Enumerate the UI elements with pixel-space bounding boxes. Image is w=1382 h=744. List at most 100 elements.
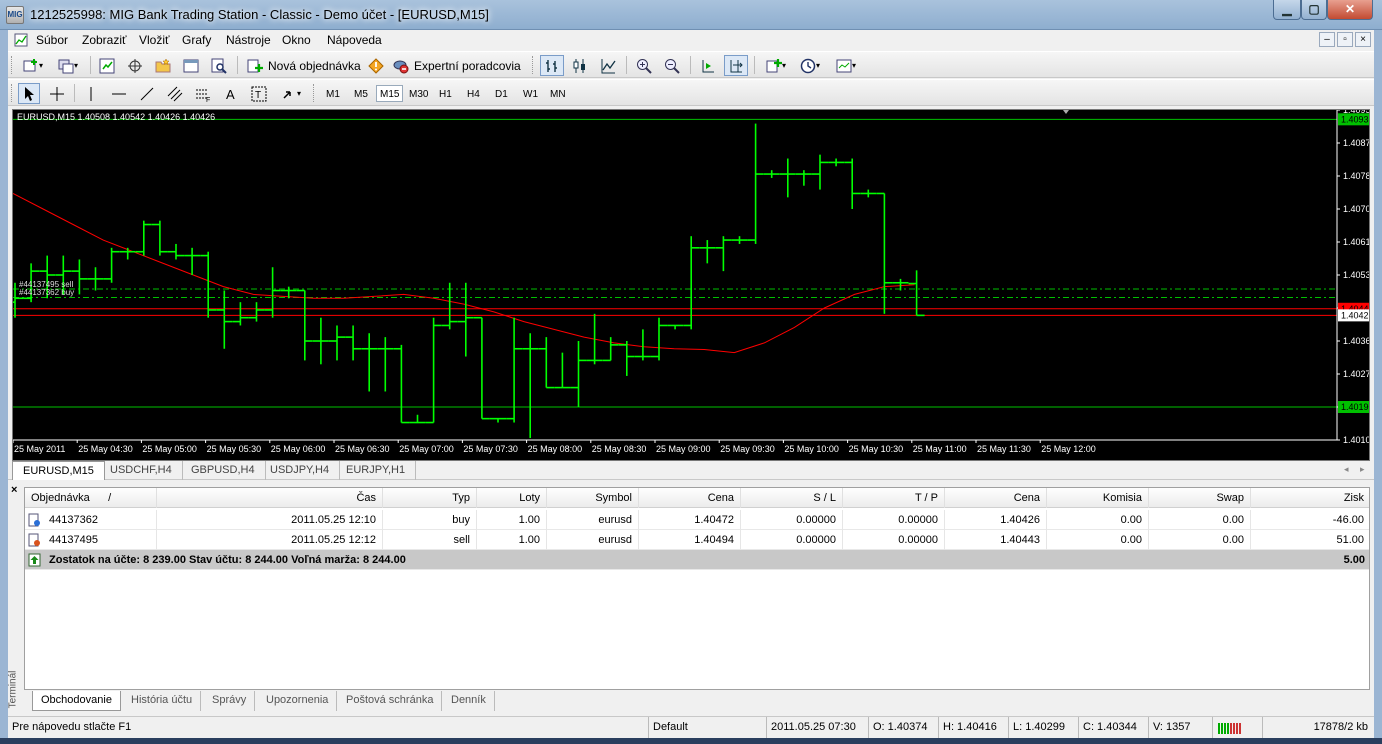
alert-button[interactable] (366, 55, 386, 76)
new-order-button[interactable]: Nová objednávka (244, 55, 362, 76)
status-profile[interactable]: Default (648, 717, 766, 739)
fibonacci-button[interactable]: F (192, 83, 214, 104)
expert-advisors-button[interactable]: Expertní poradcovia (390, 55, 524, 76)
tf-m5-button[interactable]: M5 (350, 85, 372, 102)
col-profit[interactable]: Zisk (1251, 488, 1369, 508)
cursor-tool-button[interactable] (18, 83, 40, 104)
indicators-button[interactable]: ▾ (760, 55, 792, 76)
tab-journal[interactable]: Denník (443, 691, 495, 711)
periods-button[interactable]: ▾ (794, 55, 826, 76)
profiles-icon (58, 59, 74, 73)
bar-chart-button[interactable] (540, 55, 564, 76)
line-chart-button[interactable] (596, 55, 620, 76)
chart-tab-eurjpy-h1[interactable]: EURJPY,H1 (336, 461, 417, 480)
trendline-button[interactable] (136, 83, 158, 104)
favorites-button[interactable] (152, 55, 174, 76)
tab-trade[interactable]: Obchodovanie (32, 691, 121, 711)
table-row[interactable]: 44137495 2011.05.25 12:12 sell 1.00 euru… (25, 530, 1369, 550)
menu-tools[interactable]: Nástroje (226, 33, 271, 47)
tab-scroll-right-icon[interactable]: ▸ (1360, 464, 1365, 475)
profiles-button[interactable]: ▾ (52, 55, 84, 76)
templates-button[interactable]: ▾ (830, 55, 862, 76)
close-button[interactable]: ✕ (1327, 0, 1373, 20)
mdi-restore-button[interactable]: ▫ (1337, 32, 1353, 47)
terminal-panel: × Terminál Objednávka / Čas Typ Loty Sym… (7, 480, 1374, 714)
crosshair-tool-button[interactable] (46, 83, 68, 104)
toolbar-grip[interactable] (11, 56, 14, 74)
price-chart[interactable]: 1.409551.408701.407851.407001.406151.405… (13, 110, 1369, 460)
text-tool-button[interactable]: A (220, 83, 242, 104)
mdi-minimize-button[interactable]: – (1319, 32, 1335, 47)
col-time[interactable]: Čas (157, 488, 383, 508)
tf-mn-button[interactable]: MN (546, 85, 570, 102)
col-swap[interactable]: Swap (1149, 488, 1251, 508)
toolbar-grip[interactable] (313, 84, 316, 102)
y-tick-label: 1.40105 (1343, 435, 1369, 445)
navigator-button[interactable] (124, 55, 146, 76)
chart-tab-gbpusd-h4[interactable]: GBPUSD,H4 (181, 461, 266, 480)
zoom-in-button[interactable] (632, 55, 656, 76)
chart-tab-eurusd-m15[interactable]: EURUSD,M15 (12, 461, 105, 480)
chart-tab-usdchf-h4[interactable]: USDCHF,H4 (100, 461, 183, 480)
table-row[interactable]: 44137362 2011.05.25 12:10 buy 1.00 eurus… (25, 510, 1369, 530)
menu-file[interactable]: Súbor (36, 33, 68, 47)
tf-m30-button[interactable]: M30 (405, 85, 432, 102)
terminal-close-icon[interactable]: × (11, 484, 17, 496)
chart-tab-usdjpy-h4[interactable]: USDJPY,H4 (260, 461, 341, 480)
tf-d1-button[interactable]: D1 (491, 85, 512, 102)
tf-m1-button[interactable]: M1 (322, 85, 344, 102)
col-order[interactable]: Objednávka / (25, 488, 157, 508)
x-tick-label: 25 May 11:00 (913, 444, 967, 454)
maximize-button[interactable]: ▢ (1301, 0, 1327, 20)
autoscroll-button[interactable] (696, 55, 720, 76)
horizontal-line-button[interactable] (108, 83, 130, 104)
terminal-button[interactable] (180, 55, 202, 76)
arrows-button[interactable]: ▾ (276, 83, 306, 104)
text-label-button[interactable]: T (248, 83, 270, 104)
menu-bar: Súbor Zobraziť Vložiť Grafy Nástroje Okn… (8, 30, 1374, 50)
menu-insert[interactable]: Vložiť (139, 33, 170, 47)
chart-window[interactable]: 1.409551.408701.407851.407001.406151.405… (12, 109, 1370, 461)
toolbar-grip[interactable] (11, 84, 14, 102)
market-watch-button[interactable] (96, 55, 118, 76)
vertical-line-button[interactable] (80, 83, 102, 104)
col-type[interactable]: Typ (383, 488, 477, 508)
minimize-button[interactable]: ▁ (1273, 0, 1301, 20)
new-chart-button[interactable]: ▾ (18, 55, 48, 76)
dropdown-arrow-icon: ▾ (781, 61, 786, 70)
col-price[interactable]: Cena (639, 488, 741, 508)
candlestick-button[interactable] (568, 55, 592, 76)
menu-window[interactable]: Okno (282, 33, 311, 47)
menu-help[interactable]: Nápoveda (327, 33, 382, 47)
menu-charts[interactable]: Grafy (182, 33, 211, 47)
tf-w1-button[interactable]: W1 (519, 85, 542, 102)
col-sl[interactable]: S / L (741, 488, 843, 508)
col-lots[interactable]: Loty (477, 488, 547, 508)
col-current-price[interactable]: Cena (945, 488, 1047, 508)
mig-app-icon[interactable]: MIG (6, 6, 24, 24)
tab-news[interactable]: Správy (204, 691, 256, 711)
tab-account-history[interactable]: História účtu (123, 691, 202, 711)
tf-h1-button[interactable]: H1 (435, 85, 456, 102)
strategy-tester-button[interactable] (208, 55, 230, 76)
mdi-close-button[interactable]: × (1355, 32, 1371, 47)
zoom-out-button[interactable] (660, 55, 684, 76)
col-commission[interactable]: Komisia (1047, 488, 1149, 508)
col-tp[interactable]: T / P (843, 488, 945, 508)
x-tick-label: 25 May 12:00 (1041, 444, 1096, 454)
chart-shift-button[interactable] (724, 55, 748, 76)
chart-doc-icon[interactable] (14, 33, 28, 47)
summary-row[interactable]: Zostatok na účte: 8 239.00 Stav účtu: 8 … (25, 550, 1369, 570)
tab-mailbox[interactable]: Poštová schránka (338, 691, 443, 711)
upper-line-price-tag: 1.40931 (1341, 114, 1369, 124)
menu-view[interactable]: Zobraziť (82, 33, 127, 47)
tab-alerts[interactable]: Upozornenia (258, 691, 338, 711)
status-help: Pre nápovedu stlačte F1 (12, 721, 132, 733)
tf-h4-button[interactable]: H4 (463, 85, 484, 102)
terminal-side-label: Terminál (7, 670, 22, 714)
col-symbol[interactable]: Symbol (547, 488, 639, 508)
tf-m15-button[interactable]: M15 (376, 85, 404, 102)
equidistant-channel-button[interactable] (164, 83, 186, 104)
toolbar-grip[interactable] (532, 56, 535, 74)
tab-scroll-left-icon[interactable]: ◂ (1344, 464, 1349, 475)
